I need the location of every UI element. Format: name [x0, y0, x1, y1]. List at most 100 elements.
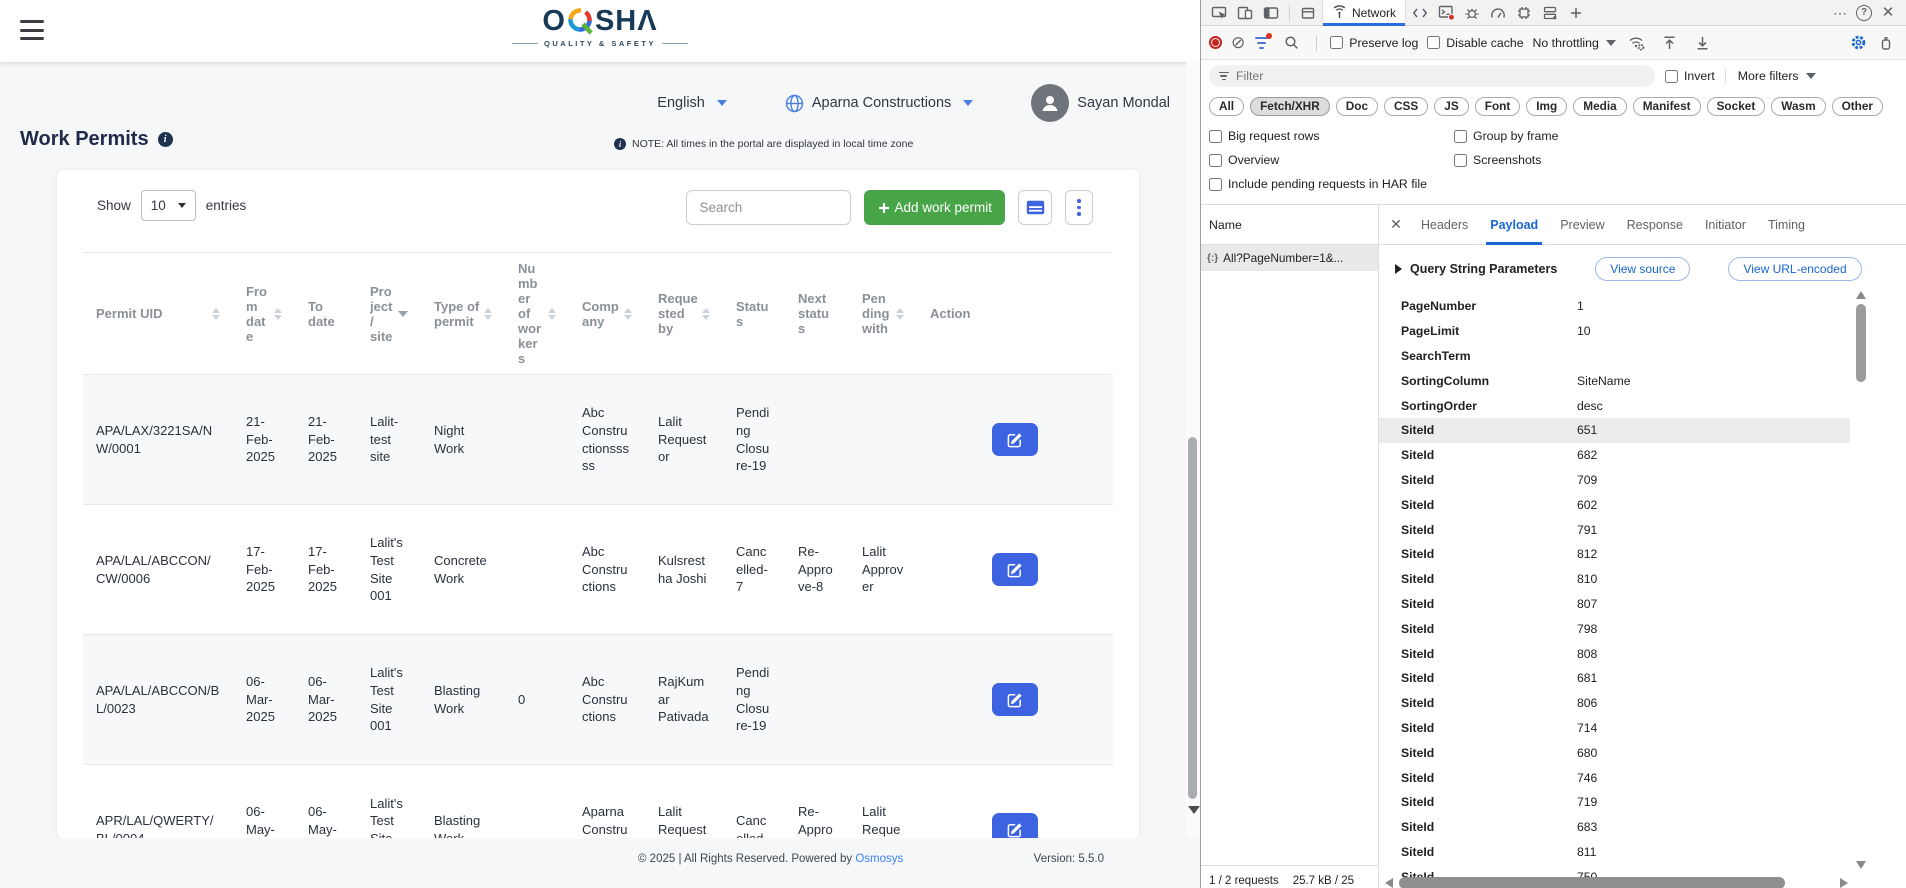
- chip-all[interactable]: All: [1209, 97, 1244, 116]
- edit-permit-button[interactable]: [992, 813, 1038, 838]
- performance-icon[interactable]: [1486, 2, 1510, 24]
- filter-input[interactable]: [1236, 69, 1645, 83]
- tab-network[interactable]: Network: [1322, 0, 1406, 26]
- throttling-select[interactable]: No throttling: [1533, 36, 1616, 50]
- more-filters-button[interactable]: More filters: [1725, 69, 1816, 83]
- chip-font[interactable]: Font: [1475, 97, 1521, 116]
- search-icon[interactable]: [1279, 32, 1303, 54]
- scrollbar-thumb[interactable]: [1188, 437, 1197, 799]
- add-work-permit-button[interactable]: Add work permit: [864, 190, 1005, 225]
- scroll-right-icon[interactable]: [1840, 878, 1848, 888]
- filter-toggle-icon[interactable]: [1254, 36, 1270, 50]
- table-view-button[interactable]: [1018, 190, 1052, 225]
- console-panel-icon[interactable]: [1434, 2, 1458, 24]
- info-icon[interactable]: i: [158, 132, 173, 147]
- col-from-date[interactable]: From date: [233, 253, 295, 375]
- elements-panel-icon[interactable]: [1296, 2, 1320, 24]
- param-row: SiteId807: [1379, 592, 1850, 617]
- scroll-down-icon[interactable]: [1188, 806, 1200, 814]
- col-company[interactable]: Company: [569, 253, 645, 375]
- tab-preview[interactable]: Preview: [1550, 205, 1614, 245]
- chip-doc[interactable]: Doc: [1336, 97, 1378, 116]
- osmosys-link[interactable]: Osmosys: [855, 853, 903, 865]
- scrollbar-thumb[interactable]: [1856, 304, 1866, 382]
- clear-icon[interactable]: ⊘: [1231, 34, 1245, 51]
- col-project-site[interactable]: Project/ site: [357, 253, 421, 375]
- scroll-up-icon[interactable]: [1856, 291, 1866, 299]
- export-har-icon[interactable]: [1691, 32, 1715, 54]
- chip-wasm[interactable]: Wasm: [1771, 97, 1825, 116]
- application-panel-icon[interactable]: [1538, 2, 1562, 24]
- app-scrollbar[interactable]: [1186, 62, 1200, 838]
- memory-icon[interactable]: [1512, 2, 1536, 24]
- chip-css[interactable]: CSS: [1384, 97, 1428, 116]
- inspect-element-icon[interactable]: [1207, 2, 1231, 24]
- col-next-status[interactable]: Next status: [785, 253, 849, 375]
- chip-media[interactable]: Media: [1573, 97, 1626, 116]
- col-type-of-permit[interactable]: Type of permit: [421, 253, 505, 375]
- tab-response[interactable]: Response: [1617, 205, 1693, 245]
- add-panel-icon[interactable]: [1564, 2, 1588, 24]
- tab-initiator[interactable]: Initiator: [1695, 205, 1756, 245]
- user-menu[interactable]: Sayan Mondal: [1031, 84, 1170, 122]
- invert-checkbox[interactable]: Invert: [1665, 69, 1715, 83]
- debugger-icon[interactable]: [1460, 2, 1484, 24]
- device-toolbar-icon[interactable]: [1233, 2, 1257, 24]
- network-conditions-icon[interactable]: [1625, 32, 1649, 54]
- focus-mode-icon[interactable]: [1874, 32, 1898, 54]
- col-pending-with[interactable]: Pending with: [849, 253, 917, 375]
- entries-select[interactable]: 10: [141, 190, 196, 221]
- close-icon[interactable]: ✕: [1876, 2, 1900, 24]
- chip-js[interactable]: JS: [1434, 97, 1468, 116]
- menu-icon[interactable]: [20, 20, 44, 40]
- settings-gear-icon[interactable]: [1846, 32, 1870, 54]
- payload-h-scrollbar[interactable]: [1385, 876, 1848, 888]
- sources-panel-icon[interactable]: [1408, 2, 1432, 24]
- record-button[interactable]: [1209, 36, 1222, 49]
- scroll-left-icon[interactable]: [1385, 878, 1393, 888]
- activity-bar-icon[interactable]: [1259, 2, 1283, 24]
- request-row[interactable]: {:} All?PageNumber=1&...: [1201, 245, 1378, 271]
- edit-permit-button[interactable]: [992, 423, 1038, 456]
- scroll-down-icon[interactable]: [1856, 861, 1866, 869]
- chip-socket[interactable]: Socket: [1707, 97, 1766, 116]
- requests-name-header[interactable]: Name: [1201, 205, 1378, 245]
- view-source-button[interactable]: View source: [1595, 257, 1690, 281]
- close-detail-icon[interactable]: ✕: [1383, 212, 1409, 238]
- col-to-date[interactable]: To date: [295, 253, 357, 375]
- more-options-icon[interactable]: ⋯: [1828, 2, 1852, 24]
- tab-headers[interactable]: Headers: [1411, 205, 1478, 245]
- edit-permit-button[interactable]: [992, 683, 1038, 716]
- chip-img[interactable]: Img: [1526, 97, 1567, 116]
- cell-pending-with: [849, 375, 917, 505]
- overview-checkbox[interactable]: Overview: [1209, 153, 1454, 167]
- cell-project-site: Lalit-test site: [357, 375, 421, 505]
- col-number-of-workers[interactable]: Number of workers: [505, 253, 569, 375]
- tab-timing[interactable]: Timing: [1758, 205, 1815, 245]
- col-status[interactable]: Status: [723, 253, 785, 375]
- payload-scrollbar[interactable]: [1855, 291, 1868, 869]
- chip-fetch-xhr[interactable]: Fetch/XHR: [1250, 97, 1330, 116]
- group-by-frame-checkbox[interactable]: Group by frame: [1454, 129, 1699, 143]
- col-permit-uid[interactable]: Permit UID: [83, 253, 233, 375]
- tab-payload[interactable]: Payload: [1480, 205, 1548, 245]
- chip-other[interactable]: Other: [1832, 97, 1883, 116]
- preserve-log-checkbox[interactable]: Preserve log: [1330, 36, 1418, 50]
- query-string-section[interactable]: Query String Parameters: [1395, 262, 1557, 276]
- screenshots-checkbox[interactable]: Screenshots: [1454, 153, 1699, 167]
- chip-manifest[interactable]: Manifest: [1633, 97, 1701, 116]
- scrollbar-thumb[interactable]: [1399, 877, 1785, 888]
- h-scroll-track[interactable]: [1397, 877, 1836, 888]
- language-selector[interactable]: English: [657, 95, 727, 111]
- more-options-button[interactable]: [1065, 190, 1093, 225]
- organization-selector[interactable]: Aparna Constructions: [785, 94, 973, 113]
- import-har-icon[interactable]: [1658, 32, 1682, 54]
- edit-permit-button[interactable]: [992, 553, 1038, 586]
- disable-cache-checkbox[interactable]: Disable cache: [1427, 36, 1523, 50]
- search-input[interactable]: [686, 190, 851, 225]
- big-request-rows-checkbox[interactable]: Big request rows: [1209, 129, 1454, 143]
- help-icon[interactable]: ?: [1856, 5, 1872, 21]
- include-pending-checkbox[interactable]: Include pending requests in HAR file: [1209, 177, 1454, 191]
- view-url-encoded-button[interactable]: View URL-encoded: [1728, 257, 1861, 281]
- col-requested-by[interactable]: Requested by: [645, 253, 723, 375]
